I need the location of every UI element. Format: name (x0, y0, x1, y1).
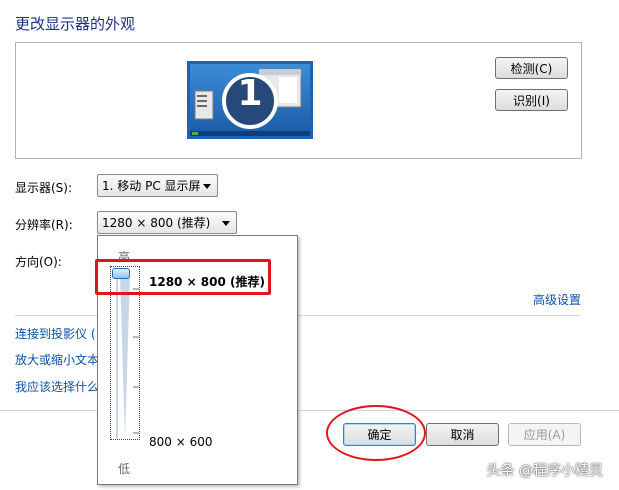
chevron-down-icon (203, 183, 211, 189)
annotation-ellipse (326, 405, 426, 461)
monitor-icon[interactable]: 1 (187, 61, 313, 139)
display-label: 显示器(S): (15, 181, 73, 195)
apply-button[interactable]: 应用(A) (508, 423, 581, 446)
annotation-rectangle (95, 259, 271, 295)
display-select[interactable]: 1. 移动 PC 显示屏 (97, 174, 218, 197)
chevron-down-icon (222, 220, 230, 226)
page-title: 更改显示器的外观 (15, 15, 136, 33)
monitor-number: 1 (237, 73, 263, 114)
resolution-label: 分辨率(R): (15, 218, 73, 232)
footer-divider (0, 410, 619, 411)
advanced-settings-link[interactable]: 高级设置 (533, 291, 581, 308)
which-settings-link[interactable]: 我应该选择什么 (15, 378, 99, 395)
projector-link[interactable]: 连接到投影仪 ( (15, 325, 96, 342)
identify-button[interactable]: 识别(I) (495, 89, 568, 111)
cancel-button[interactable]: 取消 (426, 423, 499, 446)
resolution-select-value: 1280 × 800 (推荐) (102, 216, 211, 230)
detect-button[interactable]: 检测(C) (495, 57, 568, 79)
text-size-link[interactable]: 放大或缩小文本 (15, 351, 99, 368)
orientation-label: 方向(O): (15, 255, 62, 269)
watermark: 头条 @程序小精灵 (486, 463, 603, 479)
slider-option-bottom[interactable]: 800 × 600 (149, 435, 213, 449)
slider-low-label: 低 (118, 462, 131, 476)
display-select-value: 1. 移动 PC 显示屏 (102, 179, 201, 193)
resolution-select[interactable]: 1280 × 800 (推荐) (97, 211, 237, 234)
